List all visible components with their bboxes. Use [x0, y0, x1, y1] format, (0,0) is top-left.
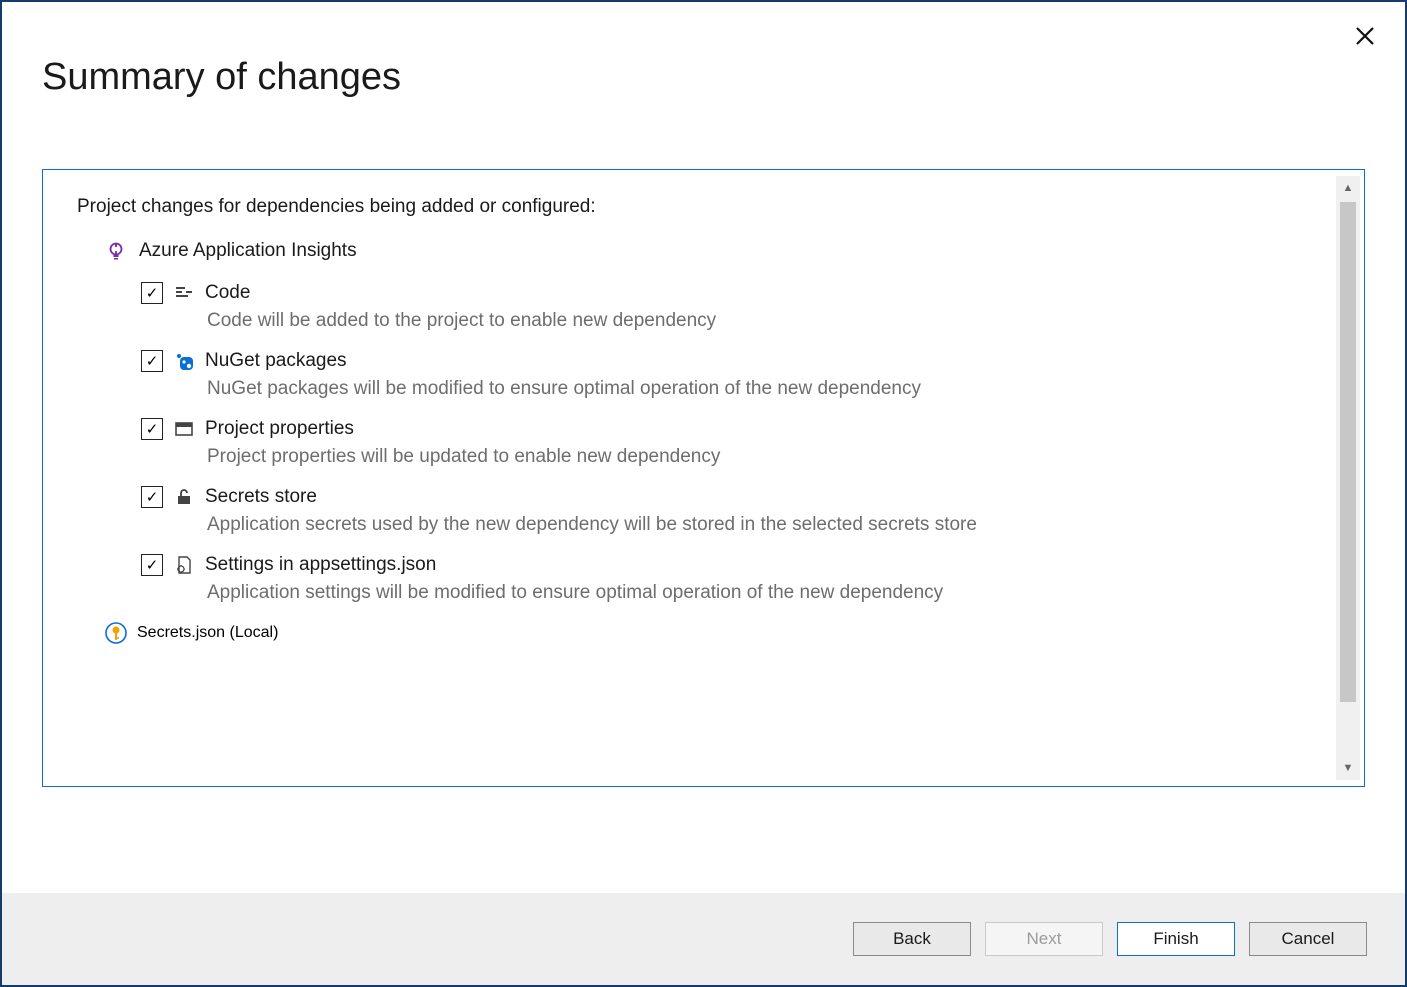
- window-icon: [173, 418, 195, 440]
- item-desc: Code will be added to the project to ena…: [207, 310, 1352, 332]
- item-desc: NuGet packages will be modified to ensur…: [207, 378, 1352, 400]
- nuget-icon: [173, 350, 195, 372]
- item-title: Code: [205, 282, 250, 304]
- change-item-secrets-store: ✓ Secrets store Application secrets used…: [141, 486, 1352, 536]
- scroll-track[interactable]: [1336, 200, 1360, 756]
- dependency-group-app-insights: Azure Application Insights: [105, 240, 1352, 262]
- key-icon: [105, 622, 127, 644]
- dialog-window: Summary of changes Project changes for d…: [0, 0, 1407, 987]
- item-title: Secrets store: [205, 486, 317, 508]
- scroll-down-button[interactable]: ▼: [1336, 756, 1360, 780]
- changes-panel: Project changes for dependencies being a…: [42, 169, 1365, 787]
- dependency-group-secrets-json: Secrets.json (Local): [105, 622, 1352, 644]
- item-desc: Application secrets used by the new depe…: [207, 514, 1352, 536]
- item-desc: Application settings will be modified to…: [207, 582, 1352, 604]
- lock-icon: [173, 486, 195, 508]
- item-title: Settings in appsettings.json: [205, 554, 436, 576]
- back-button[interactable]: Back: [853, 922, 971, 956]
- dialog-footer: Back Next Finish Cancel: [2, 893, 1405, 985]
- change-item-code: ✓ Code Code will be added to the project…: [141, 282, 1352, 332]
- change-items-list: ✓ Code Code will be added to the project…: [141, 282, 1352, 604]
- close-icon: [1356, 27, 1374, 45]
- checkbox-nuget[interactable]: ✓: [141, 350, 163, 372]
- close-button[interactable]: [1349, 20, 1381, 52]
- change-item-nuget: ✓ NuGet packages NuGet packages will be …: [141, 350, 1352, 400]
- code-icon: [173, 282, 195, 304]
- change-item-appsettings: ✓ Settings in appsettings.json Applicati…: [141, 554, 1352, 604]
- cancel-button[interactable]: Cancel: [1249, 922, 1367, 956]
- settings-file-icon: [173, 554, 195, 576]
- content-area: Project changes for dependencies being a…: [2, 99, 1405, 893]
- item-title: Project properties: [205, 418, 354, 440]
- scroll-thumb[interactable]: [1340, 202, 1356, 702]
- item-desc: Project properties will be updated to en…: [207, 446, 1352, 468]
- vertical-scrollbar[interactable]: ▲ ▼: [1336, 176, 1360, 780]
- dialog-header: Summary of changes: [2, 2, 1405, 99]
- next-button: Next: [985, 922, 1103, 956]
- checkbox-project-properties[interactable]: ✓: [141, 418, 163, 440]
- group-label: Secrets.json (Local): [137, 624, 278, 642]
- checkbox-secrets-store[interactable]: ✓: [141, 486, 163, 508]
- finish-button[interactable]: Finish: [1117, 922, 1235, 956]
- checkbox-code[interactable]: ✓: [141, 282, 163, 304]
- lightbulb-icon: [105, 240, 127, 262]
- item-title: NuGet packages: [205, 350, 347, 372]
- group-label: Azure Application Insights: [139, 240, 357, 262]
- checkbox-appsettings[interactable]: ✓: [141, 554, 163, 576]
- intro-text: Project changes for dependencies being a…: [77, 196, 1352, 218]
- page-title: Summary of changes: [42, 56, 1365, 99]
- scroll-up-button[interactable]: ▲: [1336, 176, 1360, 200]
- change-item-project-properties: ✓ Project properties Project properties …: [141, 418, 1352, 468]
